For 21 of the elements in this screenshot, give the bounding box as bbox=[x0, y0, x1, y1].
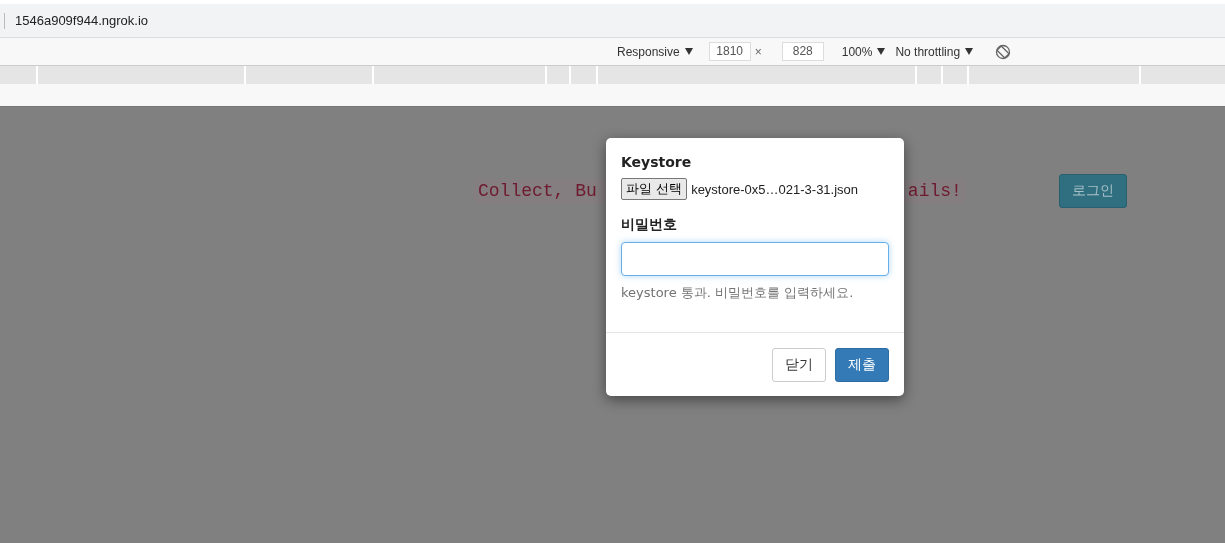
caret-icon bbox=[877, 48, 886, 55]
code-text: Collect, Bu bbox=[478, 181, 597, 201]
caret-icon bbox=[965, 48, 974, 55]
code-text: ails! bbox=[907, 181, 962, 201]
rotate-icon[interactable] bbox=[995, 43, 1012, 60]
url-text[interactable]: 1546a909f944.ngrok.io bbox=[15, 13, 148, 28]
caret-icon bbox=[684, 48, 693, 55]
zoom-dropdown[interactable]: 100% bbox=[841, 44, 886, 59]
help-text: keystore 통과. 비밀번호를 입력하세요. bbox=[621, 284, 855, 302]
field-label: Keystore bbox=[621, 154, 693, 170]
times-sign: × bbox=[754, 44, 762, 59]
height-field[interactable]: 828 bbox=[781, 42, 824, 61]
field-label: 비밀번호 bbox=[621, 216, 678, 234]
device-dropdown[interactable]: Responsive bbox=[617, 44, 693, 59]
throttling-dropdown[interactable]: No throttling bbox=[895, 44, 974, 59]
file-name: keystore-0x5…021-3-31.json bbox=[691, 181, 859, 197]
close-button[interactable]: 닫기 bbox=[772, 348, 826, 382]
submit-button[interactable]: 제출 bbox=[835, 348, 889, 382]
width-field[interactable]: 1810 bbox=[708, 42, 751, 61]
password-field[interactable] bbox=[621, 242, 889, 276]
file-choose-button[interactable]: 파일 선택 bbox=[621, 178, 688, 200]
